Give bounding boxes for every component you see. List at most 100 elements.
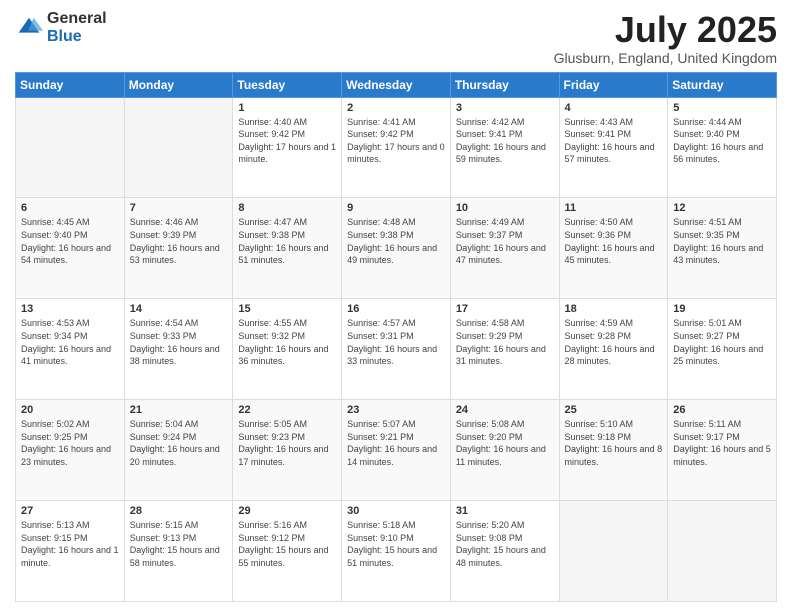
day-info: Sunrise: 5:15 AMSunset: 9:13 PMDaylight:… [130, 519, 228, 569]
calendar-cell: 17 Sunrise: 4:58 AMSunset: 9:29 PMDayligh… [450, 299, 559, 400]
calendar-cell: 5 Sunrise: 4:44 AMSunset: 9:40 PMDaylight… [668, 97, 777, 198]
day-number: 4 [565, 102, 663, 114]
day-info: Sunrise: 4:59 AMSunset: 9:28 PMDaylight:… [565, 317, 663, 367]
calendar-week-2: 6Sunrise: 4:45 AMSunset: 9:40 PMDaylight… [16, 198, 777, 299]
sunset-text: Sunset: 9:23 PM [238, 431, 336, 444]
daylight-text: Daylight: 16 hours and 41 minutes. [21, 343, 119, 368]
sunset-text: Sunset: 9:39 PM [130, 229, 228, 242]
sunrise-text: Sunrise: 4:40 AM [238, 116, 336, 129]
day-number: 3 [456, 102, 554, 114]
daylight-text: Daylight: 16 hours and 43 minutes. [673, 242, 771, 267]
sunrise-text: Sunrise: 5:20 AM [456, 519, 554, 532]
daylight-text: Daylight: 16 hours and 25 minutes. [673, 343, 771, 368]
daylight-text: Daylight: 17 hours and 1 minute. [238, 141, 336, 166]
day-number: 9 [347, 202, 445, 214]
calendar-cell: 15 Sunrise: 4:55 AMSunset: 9:32 PMDayligh… [233, 299, 342, 400]
header-thursday: Thursday [450, 72, 559, 97]
daylight-text: Daylight: 16 hours and 59 minutes. [456, 141, 554, 166]
daylight-text: Daylight: 16 hours and 33 minutes. [347, 343, 445, 368]
sunrise-text: Sunrise: 5:18 AM [347, 519, 445, 532]
day-number: 14 [130, 303, 228, 315]
header-tuesday: Tuesday [233, 72, 342, 97]
day-info: Sunrise: 5:01 AMSunset: 9:27 PMDaylight:… [673, 317, 771, 367]
sunset-text: Sunset: 9:17 PM [673, 431, 771, 444]
day-info: Sunrise: 5:18 AMSunset: 9:10 PMDaylight:… [347, 519, 445, 569]
day-number: 2 [347, 102, 445, 114]
daylight-text: Daylight: 16 hours and 5 minutes. [673, 443, 771, 468]
sunrise-text: Sunrise: 5:10 AM [565, 418, 663, 431]
sunset-text: Sunset: 9:29 PM [456, 330, 554, 343]
day-info: Sunrise: 4:54 AMSunset: 9:33 PMDaylight:… [130, 317, 228, 367]
day-number: 22 [238, 404, 336, 416]
day-number: 6 [21, 202, 119, 214]
day-number: 30 [347, 505, 445, 517]
day-info: Sunrise: 4:50 AMSunset: 9:36 PMDaylight:… [565, 216, 663, 266]
sunrise-text: Sunrise: 4:59 AM [565, 317, 663, 330]
sunset-text: Sunset: 9:38 PM [238, 229, 336, 242]
daylight-text: Daylight: 16 hours and 28 minutes. [565, 343, 663, 368]
sunset-text: Sunset: 9:41 PM [456, 128, 554, 141]
day-info: Sunrise: 4:55 AMSunset: 9:32 PMDaylight:… [238, 317, 336, 367]
calendar-cell: 16Sunrise: 4:57 AMSunset: 9:31 PMDayligh… [342, 299, 451, 400]
daylight-text: Daylight: 16 hours and 53 minutes. [130, 242, 228, 267]
calendar-cell: 24Sunrise: 5:08 AMSunset: 9:20 PMDayligh… [450, 400, 559, 501]
day-number: 11 [565, 202, 663, 214]
day-number: 25 [565, 404, 663, 416]
sunset-text: Sunset: 9:36 PM [565, 229, 663, 242]
sunrise-text: Sunrise: 4:43 AM [565, 116, 663, 129]
daylight-text: Daylight: 15 hours and 51 minutes. [347, 544, 445, 569]
daylight-text: Daylight: 16 hours and 54 minutes. [21, 242, 119, 267]
calendar-cell: 23Sunrise: 5:07 AMSunset: 9:21 PMDayligh… [342, 400, 451, 501]
sunset-text: Sunset: 9:24 PM [130, 431, 228, 444]
daylight-text: Daylight: 16 hours and 38 minutes. [130, 343, 228, 368]
day-info: Sunrise: 4:44 AMSunset: 9:40 PMDaylight:… [673, 116, 771, 166]
logo-icon [15, 14, 43, 42]
calendar-header-row: SundayMondayTuesdayWednesdayThursdayFrid… [16, 72, 777, 97]
sunset-text: Sunset: 9:13 PM [130, 532, 228, 545]
calendar-cell [559, 501, 668, 602]
calendar-cell [16, 97, 125, 198]
day-info: Sunrise: 5:07 AMSunset: 9:21 PMDaylight:… [347, 418, 445, 468]
calendar-cell: 20Sunrise: 5:02 AMSunset: 9:25 PMDayligh… [16, 400, 125, 501]
calendar-cell: 18Sunrise: 4:59 AMSunset: 9:28 PMDayligh… [559, 299, 668, 400]
title-month: July 2025 [554, 10, 777, 50]
calendar-cell: 25Sunrise: 5:10 AMSunset: 9:18 PMDayligh… [559, 400, 668, 501]
day-info: Sunrise: 5:02 AMSunset: 9:25 PMDaylight:… [21, 418, 119, 468]
daylight-text: Daylight: 16 hours and 20 minutes. [130, 443, 228, 468]
day-number: 27 [21, 505, 119, 517]
sunrise-text: Sunrise: 4:41 AM [347, 116, 445, 129]
daylight-text: Daylight: 16 hours and 11 minutes. [456, 443, 554, 468]
daylight-text: Daylight: 16 hours and 47 minutes. [456, 242, 554, 267]
sunset-text: Sunset: 9:21 PM [347, 431, 445, 444]
header-sunday: Sunday [16, 72, 125, 97]
title-block: July 2025 Glusburn, England, United King… [554, 10, 777, 66]
daylight-text: Daylight: 16 hours and 31 minutes. [456, 343, 554, 368]
day-number: 15 [238, 303, 336, 315]
day-info: Sunrise: 4:40 AMSunset: 9:42 PMDaylight:… [238, 116, 336, 166]
sunset-text: Sunset: 9:42 PM [347, 128, 445, 141]
daylight-text: Daylight: 17 hours and 0 minutes. [347, 141, 445, 166]
sunrise-text: Sunrise: 5:13 AM [21, 519, 119, 532]
daylight-text: Daylight: 16 hours and 1 minute. [21, 544, 119, 569]
daylight-text: Daylight: 16 hours and 45 minutes. [565, 242, 663, 267]
daylight-text: Daylight: 16 hours and 49 minutes. [347, 242, 445, 267]
calendar-cell: 14 Sunrise: 4:54 AMSunset: 9:33 PMDayligh… [124, 299, 233, 400]
calendar-week-4: 20Sunrise: 5:02 AMSunset: 9:25 PMDayligh… [16, 400, 777, 501]
day-info: Sunrise: 4:51 AMSunset: 9:35 PMDaylight:… [673, 216, 771, 266]
day-number: 5 [673, 102, 771, 114]
daylight-text: Daylight: 16 hours and 23 minutes. [21, 443, 119, 468]
sunset-text: Sunset: 9:37 PM [456, 229, 554, 242]
day-number: 17 [456, 303, 554, 315]
sunset-text: Sunset: 9:08 PM [456, 532, 554, 545]
calendar-cell: 28Sunrise: 5:15 AMSunset: 9:13 PMDayligh… [124, 501, 233, 602]
day-info: Sunrise: 4:41 AMSunset: 9:42 PMDaylight:… [347, 116, 445, 166]
sunset-text: Sunset: 9:32 PM [238, 330, 336, 343]
logo-text: General Blue [47, 10, 107, 45]
calendar-week-1: 1Sunrise: 4:40 AMSunset: 9:42 PMDaylight… [16, 97, 777, 198]
daylight-text: Daylight: 16 hours and 14 minutes. [347, 443, 445, 468]
day-info: Sunrise: 4:58 AMSunset: 9:29 PMDaylight:… [456, 317, 554, 367]
day-number: 1 [238, 102, 336, 114]
sunrise-text: Sunrise: 4:54 AM [130, 317, 228, 330]
logo: General Blue [15, 10, 107, 45]
sunrise-text: Sunrise: 5:01 AM [673, 317, 771, 330]
